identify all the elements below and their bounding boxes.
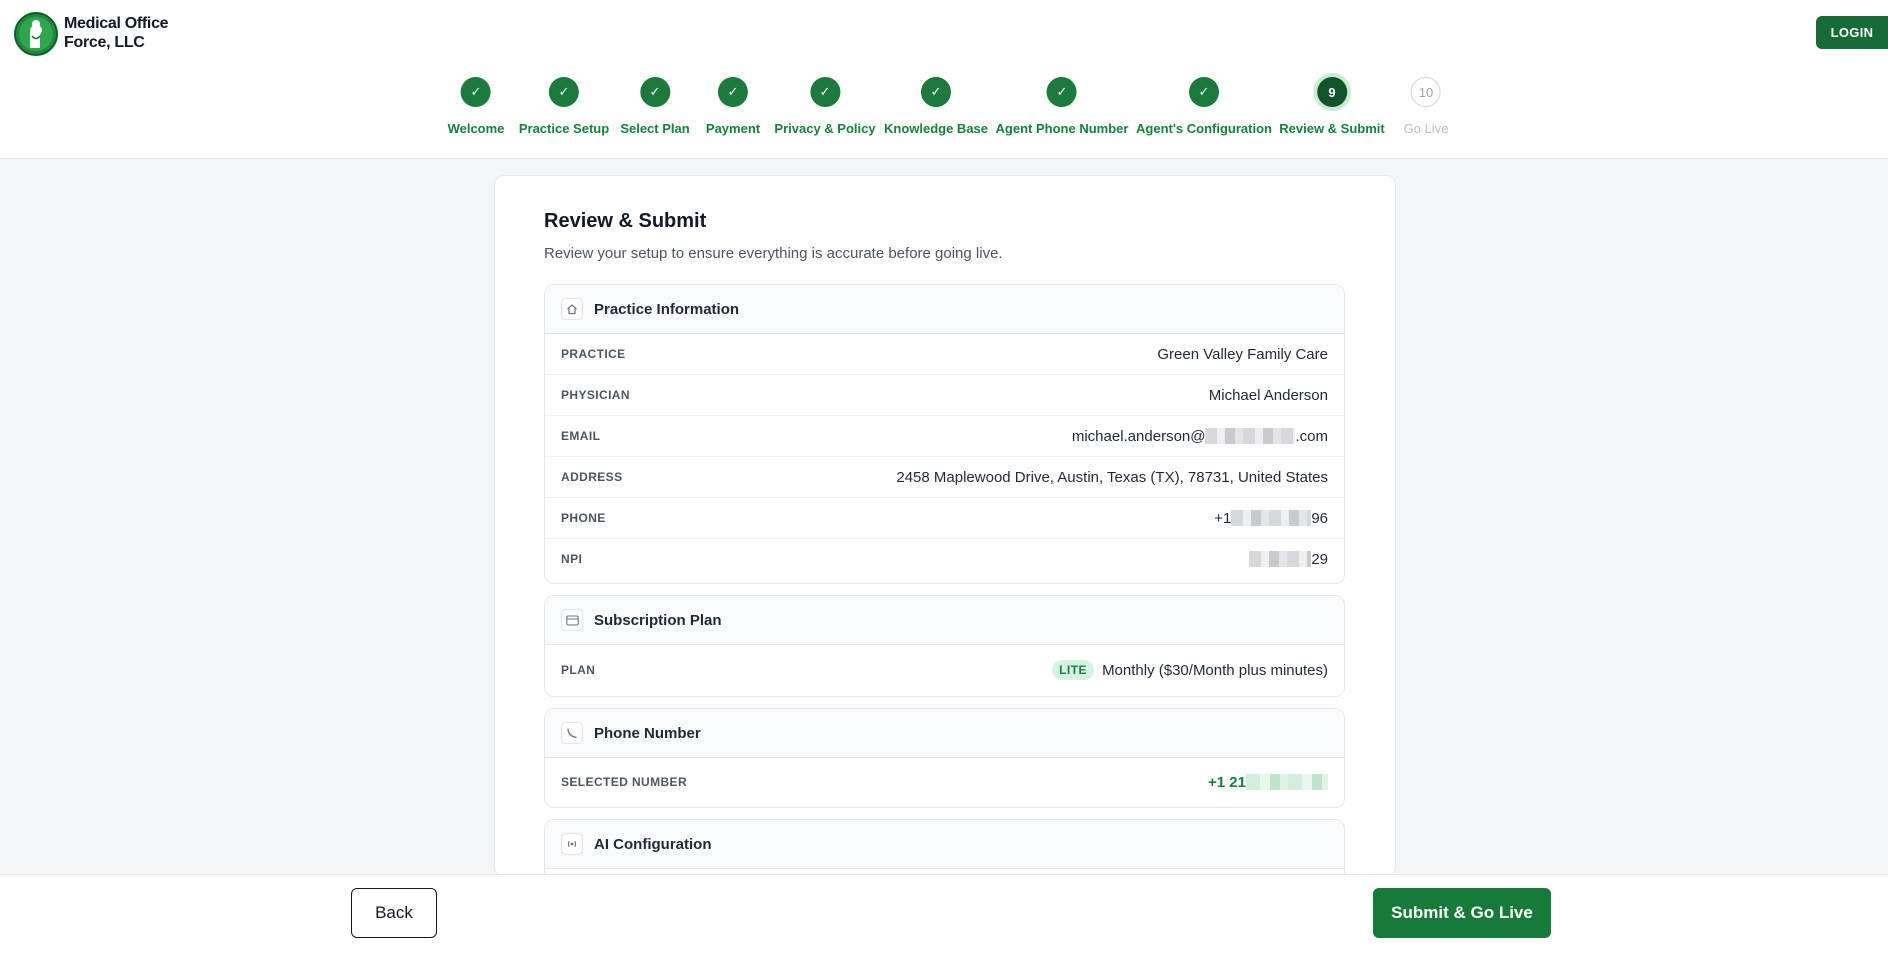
phone-prefix: +1 [1214, 509, 1232, 527]
row-label: EMAIL [561, 429, 601, 443]
email-prefix: michael.anderson@ [1071, 427, 1206, 445]
plan-value: LITE Monthly ($30/Month plus minutes) [1052, 660, 1328, 680]
section-header: Practice Information [545, 285, 1344, 334]
home-icon [561, 298, 583, 320]
section-title: AI Configuration [594, 835, 712, 853]
brand-line-1: Medical Office [64, 15, 169, 32]
step-payment[interactable]: ✓ Payment [706, 77, 760, 136]
step-check-icon: ✓ [461, 77, 491, 107]
practice-name: Green Valley Family Care [1157, 345, 1328, 363]
step-select-plan[interactable]: ✓ Select Plan [620, 77, 690, 136]
step-label: Review & Submit [1279, 121, 1385, 136]
step-label: Select Plan [620, 121, 690, 136]
step-check-icon: ✓ [717, 77, 748, 107]
step-label: Agent Phone Number [995, 121, 1129, 136]
row-label: PRACTICE [561, 347, 626, 361]
step-label: Privacy & Policy [774, 121, 876, 136]
redacted-block [1249, 551, 1312, 567]
section-header: Subscription Plan [545, 596, 1344, 645]
row-label: PHYSICIAN [561, 388, 630, 402]
step-agent-phone-number[interactable]: ✓ Agent Phone Number [995, 77, 1129, 136]
row-label: NPI [561, 552, 583, 566]
section-title: Phone Number [594, 724, 701, 742]
back-button[interactable]: Back [351, 888, 437, 938]
plan-row: PLAN LITE Monthly ($30/Month plus minute… [545, 645, 1344, 695]
page-title: Review & Submit [544, 210, 707, 232]
email-row: EMAIL michael.anderson@ .com [545, 416, 1344, 457]
step-agent-configuration[interactable]: ✓ Agent's Configuration [1136, 77, 1272, 136]
progress-stepper: ✓ Welcome ✓ Practice Setup ✓ Select Plan… [0, 67, 1888, 159]
email-suffix: .com [1295, 427, 1328, 445]
phone-icon [561, 722, 583, 744]
row-label: PLAN [561, 663, 596, 677]
physician-row: PHYSICIAN Michael Anderson [545, 375, 1344, 416]
broadcast-icon [561, 833, 583, 855]
phone-value: +1 96 [1214, 510, 1328, 527]
step-knowledge-base[interactable]: ✓ Knowledge Base [884, 77, 988, 136]
step-label: Go Live [1403, 121, 1449, 136]
practice-information-section: Practice Information PRACTICE Green Vall… [544, 284, 1345, 584]
login-button[interactable]: LOGIN [1816, 16, 1888, 49]
plan-badge: LITE [1052, 660, 1095, 680]
phone-number-section: Phone Number SELECTED NUMBER +1 21 [544, 708, 1345, 808]
step-label: Practice Setup [518, 121, 610, 136]
phone-suffix: 96 [1311, 509, 1328, 527]
step-label: Welcome [447, 121, 505, 136]
npi-suffix: 29 [1311, 550, 1328, 568]
step-check-icon: ✓ [809, 77, 840, 107]
step-check-icon: ✓ [921, 77, 951, 107]
address-value: 2458 Maplewood Drive, Austin, Texas (TX)… [896, 468, 1328, 486]
ai-configuration-section: AI Configuration [544, 819, 1345, 876]
step-check-icon: ✓ [640, 77, 670, 107]
step-privacy-policy[interactable]: ✓ Privacy & Policy [774, 77, 876, 136]
selected-number-value: +1 21 [1208, 774, 1328, 791]
step-label: Payment [705, 121, 761, 136]
step-check-icon: ✓ [548, 77, 579, 107]
step-practice-setup[interactable]: ✓ Practice Setup [519, 77, 609, 136]
submit-go-live-button[interactable]: Submit & Go Live [1373, 888, 1551, 938]
selected-number-row: SELECTED NUMBER +1 21 [545, 758, 1344, 806]
step-welcome[interactable]: ✓ Welcome [447, 77, 505, 136]
top-bar: Medical Office Force, LLC LOGIN [0, 0, 1888, 68]
step-label: Agent's Configuration [1136, 121, 1272, 136]
brand-name: Medical Office Force, LLC [64, 14, 184, 52]
footer-bar: Back Submit & Go Live [0, 874, 1888, 965]
step-go-live: 10 Go Live [1403, 77, 1449, 136]
step-number: 9 [1317, 77, 1347, 107]
brand-line-2: Force, LLC [64, 34, 145, 51]
row-label: ADDRESS [561, 470, 623, 484]
physician-name: Michael Anderson [1208, 386, 1328, 404]
plan-description: Monthly ($30/Month plus minutes) [1102, 661, 1328, 679]
selected-number-prefix: +1 21 [1208, 773, 1246, 791]
step-number: 10 [1411, 77, 1441, 107]
address-row: ADDRESS 2458 Maplewood Drive, Austin, Te… [545, 457, 1344, 498]
review-card: Review & Submit Review your setup to ens… [494, 175, 1396, 877]
npi-row: NPI 29 [545, 539, 1344, 579]
npi-value: 29 [1249, 551, 1328, 568]
practice-row: PRACTICE Green Valley Family Care [545, 334, 1344, 375]
row-label: SELECTED NUMBER [561, 775, 688, 789]
email-value: michael.anderson@ .com [1072, 428, 1328, 445]
redacted-block [1205, 428, 1296, 444]
section-title: Subscription Plan [594, 611, 722, 629]
step-review-submit[interactable]: 9 Review & Submit [1279, 77, 1385, 136]
subscription-plan-section: Subscription Plan PLAN LITE Monthly ($30… [544, 595, 1345, 697]
step-label: Knowledge Base [883, 121, 989, 136]
phone-row: PHONE +1 96 [545, 498, 1344, 539]
page-subtitle: Review your setup to ensure everything i… [544, 245, 1003, 262]
redacted-block [1231, 510, 1312, 526]
step-check-icon: ✓ [1189, 77, 1219, 107]
logo-icon[interactable] [14, 12, 58, 56]
section-header: AI Configuration [545, 820, 1344, 869]
row-label: PHONE [561, 511, 606, 525]
credit-card-icon [561, 609, 583, 631]
section-title: Practice Information [594, 300, 740, 318]
section-header: Phone Number [545, 709, 1344, 758]
step-check-icon: ✓ [1047, 77, 1077, 107]
redacted-block [1246, 774, 1328, 790]
